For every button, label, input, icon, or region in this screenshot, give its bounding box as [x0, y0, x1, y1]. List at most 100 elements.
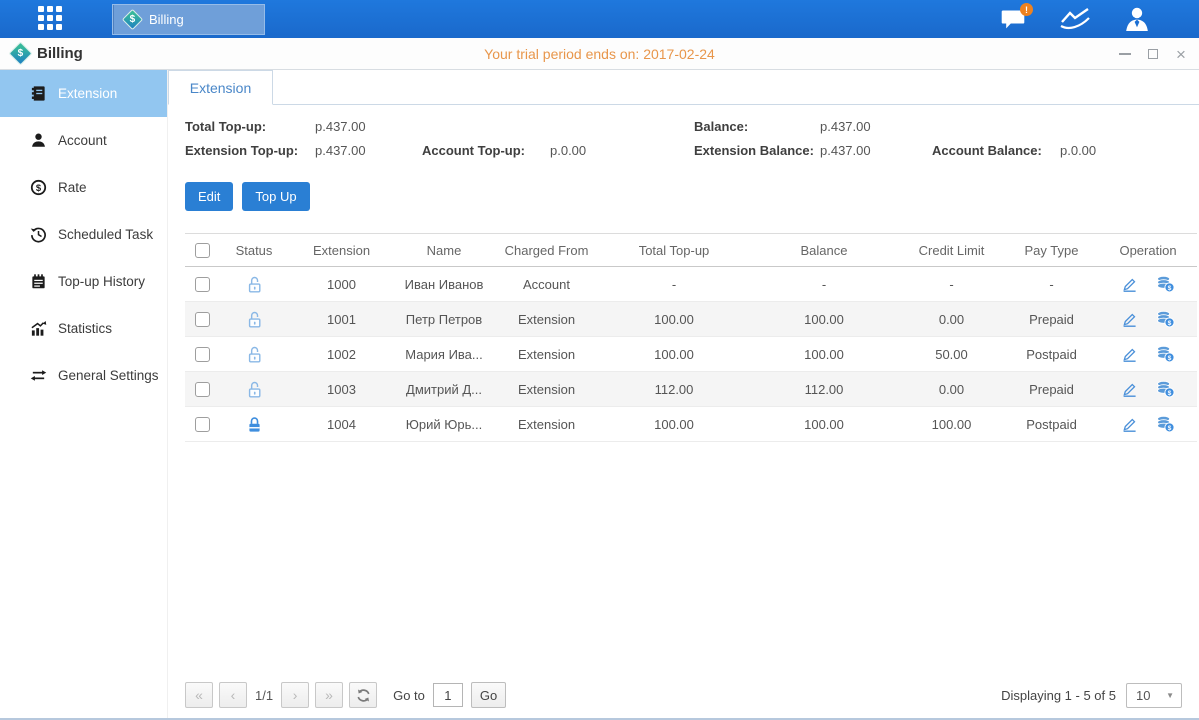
table-body: 1000 Иван Иванов Account - - - -: [185, 267, 1197, 442]
edit-row-icon[interactable]: [1121, 381, 1138, 398]
extension-cell: 1004: [289, 407, 394, 442]
minimize-button[interactable]: [1117, 46, 1133, 62]
sidebar-item-topup-history[interactable]: Top-up History: [0, 258, 167, 305]
sidebar-item-rate[interactable]: $ Rate: [0, 164, 167, 211]
billing-window-icon: $: [8, 41, 32, 65]
total-topup-cell: 100.00: [599, 407, 749, 442]
sidebar-item-account[interactable]: Account: [0, 117, 167, 164]
column-header-credit-limit: Credit Limit: [899, 234, 1004, 267]
row-checkbox[interactable]: [195, 417, 210, 432]
person-glyph: [1123, 6, 1151, 32]
column-header-operation: Operation: [1099, 234, 1197, 267]
balance-summary: Total Top-up: p.437.00 Extension Top-up:…: [168, 105, 1199, 158]
topbar-billing-tab[interactable]: $ Billing: [112, 4, 265, 35]
maximize-button[interactable]: [1145, 46, 1161, 62]
messages-icon[interactable]: !: [997, 5, 1029, 33]
refresh-button[interactable]: [349, 682, 377, 708]
sidebar-item-label: Scheduled Task: [58, 227, 153, 242]
charged-from-cell: Extension: [494, 372, 599, 407]
displaying-text: Displaying 1 - 5 of 5: [1001, 688, 1116, 703]
window-titlebar: $ Billing Your trial period ends on: 201…: [0, 38, 1199, 70]
monitor-chart-icon[interactable]: [1059, 5, 1091, 33]
extension-balance-label: Extension Balance:: [694, 143, 820, 158]
name-cell: Мария Ива...: [394, 337, 494, 372]
extension-topup-label: Extension Top-up:: [185, 143, 315, 158]
top-up-row-icon[interactable]: $: [1156, 345, 1175, 363]
edit-button[interactable]: Edit: [185, 182, 233, 211]
balance-value: p.437.00: [820, 119, 1096, 134]
row-checkbox[interactable]: [195, 312, 210, 327]
user-icon[interactable]: [1121, 5, 1153, 33]
row-checkbox[interactable]: [195, 277, 210, 292]
extension-cell: 1001: [289, 302, 394, 337]
window-controls: ×: [1117, 38, 1189, 70]
edit-row-icon[interactable]: [1121, 346, 1138, 363]
sidebar-item-scheduled-task[interactable]: Scheduled Task: [0, 211, 167, 258]
statistics-icon: [30, 320, 47, 337]
extension-table: Status Extension Name Charged From Total…: [185, 233, 1197, 442]
top-up-button[interactable]: Top Up: [242, 182, 309, 211]
goto-label: Go to: [393, 688, 425, 703]
status-cell: [219, 337, 289, 372]
account-balance-value: p.0.00: [1060, 143, 1096, 158]
column-header-extension: Extension: [289, 234, 394, 267]
goto-page-input[interactable]: [433, 683, 463, 707]
sidebar-item-statistics[interactable]: Statistics: [0, 305, 167, 352]
balance-cell: -: [749, 267, 899, 302]
row-checkbox[interactable]: [195, 347, 210, 362]
sidebar-item-label: Account: [58, 133, 107, 148]
unlocked-icon: [246, 380, 263, 399]
charged-from-cell: Extension: [494, 407, 599, 442]
status-cell: [219, 372, 289, 407]
operation-cell: $: [1099, 302, 1197, 337]
charged-from-cell: Account: [494, 267, 599, 302]
first-page-button[interactable]: «: [185, 682, 213, 708]
edit-row-icon[interactable]: [1121, 416, 1138, 433]
table-row: 1001 Петр Петров Extension 100.00 100.00…: [185, 302, 1197, 337]
row-checkbox[interactable]: [195, 382, 210, 397]
billing-app-window: $ Billing !: [0, 0, 1199, 720]
name-cell: Дмитрий Д...: [394, 372, 494, 407]
credit-limit-cell: 100.00: [899, 407, 1004, 442]
page-size-select[interactable]: 10 ▼: [1126, 683, 1182, 708]
top-up-row-icon[interactable]: $: [1156, 310, 1175, 328]
edit-row-icon[interactable]: [1121, 276, 1138, 293]
close-button[interactable]: ×: [1173, 46, 1189, 62]
locked-icon: [246, 415, 263, 434]
extension-icon: [30, 85, 47, 102]
column-header-balance: Balance: [749, 234, 899, 267]
select-all-checkbox[interactable]: [195, 243, 210, 258]
page-size-value: 10: [1136, 688, 1150, 703]
sidebar-item-general-settings[interactable]: General Settings: [0, 352, 167, 399]
topup-history-icon: [30, 273, 47, 290]
extension-cell: 1002: [289, 337, 394, 372]
table-row: 1002 Мария Ива... Extension 100.00 100.0…: [185, 337, 1197, 372]
apps-grid-icon[interactable]: [38, 6, 68, 32]
total-topup-cell: 100.00: [599, 302, 749, 337]
column-header-charged-from: Charged From: [494, 234, 599, 267]
edit-row-icon[interactable]: [1121, 311, 1138, 328]
credit-limit-cell: -: [899, 267, 1004, 302]
status-cell: [219, 407, 289, 442]
rate-icon: $: [30, 179, 47, 196]
sidebar-item-label: Statistics: [58, 321, 112, 336]
pay-type-cell: Prepaid: [1004, 372, 1099, 407]
next-page-button[interactable]: ›: [281, 682, 309, 708]
sidebar-item-extension[interactable]: Extension: [0, 70, 167, 117]
operation-cell: $: [1099, 407, 1197, 442]
pay-type-cell: Postpaid: [1004, 337, 1099, 372]
tab-extension[interactable]: Extension: [168, 70, 273, 105]
total-topup-cell: 100.00: [599, 337, 749, 372]
last-page-button[interactable]: »: [315, 682, 343, 708]
sidebar-item-label: Top-up History: [58, 274, 145, 289]
top-up-row-icon[interactable]: $: [1156, 380, 1175, 398]
window-title-group: $ Billing: [12, 45, 83, 62]
balance-cell: 100.00: [749, 302, 899, 337]
top-up-row-icon[interactable]: $: [1156, 275, 1175, 293]
top-up-row-icon[interactable]: $: [1156, 415, 1175, 433]
table-row: 1004 Юрий Юрь... Extension 100.00 100.00…: [185, 407, 1197, 442]
unlocked-icon: [246, 345, 263, 364]
account-balance-label: Account Balance:: [932, 143, 1060, 158]
prev-page-button[interactable]: ‹: [219, 682, 247, 708]
go-button[interactable]: Go: [471, 682, 506, 708]
